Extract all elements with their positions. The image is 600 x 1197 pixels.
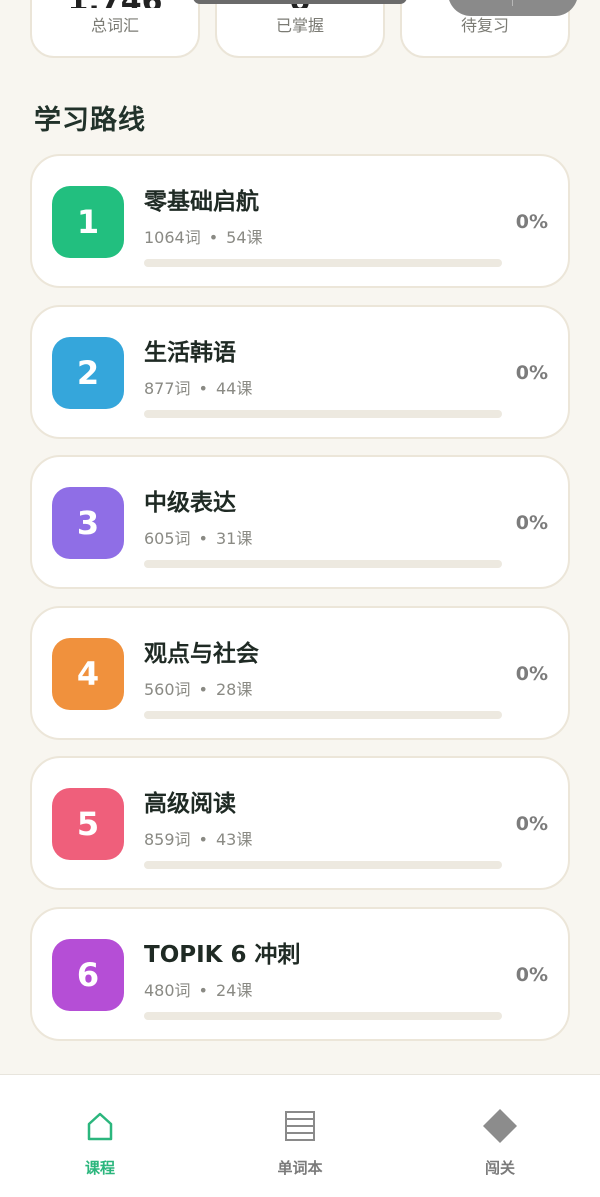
stat-label: 已掌握: [275, 16, 324, 35]
meta-separator: •: [198, 980, 208, 1000]
course-progress-bar: [144, 409, 502, 418]
course-percent: 0%: [515, 211, 548, 233]
course-percent: 0%: [515, 963, 548, 986]
course-lesson-count: 54课: [226, 228, 263, 247]
list-icon: [285, 1111, 315, 1141]
course-percent: 0%: [515, 512, 548, 534]
meta-separator: •: [198, 529, 208, 548]
course-percent: 0%: [515, 813, 548, 835]
mini-program-capsule[interactable]: [448, 0, 578, 16]
diamond-icon: [483, 1109, 517, 1143]
stat-value: 1,746: [32, 0, 198, 8]
course-card[interactable]: 6 TOPIK 6 冲刺 480词 • 24课 0%: [30, 906, 570, 1041]
course-title: 高级阅读: [144, 791, 236, 817]
section-title: 学习路线: [34, 105, 146, 136]
nav-item-wordbook[interactable]: 单词本: [200, 1075, 400, 1197]
nav-label: 单词本: [277, 1159, 323, 1177]
course-percent: 0%: [515, 361, 548, 384]
course-word-count: 560词: [144, 679, 191, 699]
meta-separator: •: [198, 378, 208, 398]
course-title: 生活韩语: [144, 339, 236, 366]
course-meta: 480词 • 24课: [144, 977, 252, 1001]
course-meta: 560词 • 28课: [144, 676, 252, 700]
course-number-badge: 1: [52, 186, 124, 258]
course-number-badge: 2: [52, 336, 124, 409]
course-lesson-count: 31课: [215, 529, 253, 548]
course-meta: 877词 • 44课: [144, 375, 252, 399]
course-title: 中级表达: [144, 490, 236, 516]
course-lesson-count: 28课: [215, 679, 253, 699]
course-number-badge: 4: [52, 637, 124, 710]
course-meta: 859词 • 43课: [144, 826, 252, 850]
home-icon: [87, 1112, 113, 1141]
course-number-badge: 5: [52, 788, 124, 860]
course-word-count: 605词: [144, 529, 191, 548]
nav-label: 课程: [84, 1159, 115, 1177]
course-card[interactable]: 2 生活韩语 877词 • 44课 0%: [30, 304, 570, 439]
status-bar-fragment: [193, 0, 407, 4]
course-word-count: 1064词: [144, 228, 201, 247]
stat-card-total-words: 1,746 总词汇: [30, 0, 200, 58]
course-progress-bar: [144, 259, 502, 267]
course-meta: 605词 • 31课: [144, 525, 252, 549]
course-lesson-count: 44课: [215, 378, 253, 398]
bottom-nav: 课程 单词本 闯关: [0, 1074, 600, 1197]
course-percent: 0%: [515, 662, 548, 685]
meta-separator: •: [198, 830, 208, 849]
course-word-count: 859词: [144, 830, 191, 849]
course-meta: 1064词 • 54课: [144, 224, 263, 248]
nav-item-challenge[interactable]: 闯关: [400, 1075, 600, 1197]
course-number-badge: 3: [52, 487, 124, 559]
course-card[interactable]: 3 中级表达 605词 • 31课 0%: [30, 455, 570, 589]
course-card[interactable]: 5 高级阅读 859词 • 43课 0%: [30, 756, 570, 890]
course-page: 1,746 总词汇 0 已掌握 0 待复习 学习路线 1 零基础启航 1064词…: [0, 0, 600, 1197]
course-title: 观点与社会: [144, 640, 259, 667]
course-progress-bar: [144, 710, 502, 719]
course-progress-bar: [144, 1011, 502, 1020]
course-title: TOPIK 6 冲刺: [144, 941, 301, 968]
course-lesson-count: 43课: [215, 830, 253, 849]
capsule-divider: [512, 0, 513, 6]
course-progress-bar: [144, 560, 502, 568]
course-card[interactable]: 4 观点与社会 560词 • 28课 0%: [30, 605, 570, 740]
stat-label: 总词汇: [90, 16, 139, 35]
stat-card-mastered: 0 已掌握: [215, 0, 385, 58]
course-card[interactable]: 1 零基础启航 1064词 • 54课 0%: [30, 154, 570, 288]
meta-separator: •: [198, 679, 208, 699]
course-title: 零基础启航: [144, 189, 259, 215]
course-word-count: 480词: [144, 980, 191, 1000]
course-number-badge: 6: [52, 938, 124, 1011]
course-progress-bar: [144, 861, 502, 869]
nav-item-courses[interactable]: 课程: [0, 1075, 200, 1197]
course-lesson-count: 24课: [215, 980, 253, 1000]
nav-label: 闯关: [484, 1159, 515, 1177]
course-word-count: 877词: [144, 378, 191, 398]
course-list: 1 零基础启航 1064词 • 54课 0% 2 生活韩语 877词 • 44课 0% …: [30, 154, 570, 1057]
meta-separator: •: [208, 228, 219, 247]
